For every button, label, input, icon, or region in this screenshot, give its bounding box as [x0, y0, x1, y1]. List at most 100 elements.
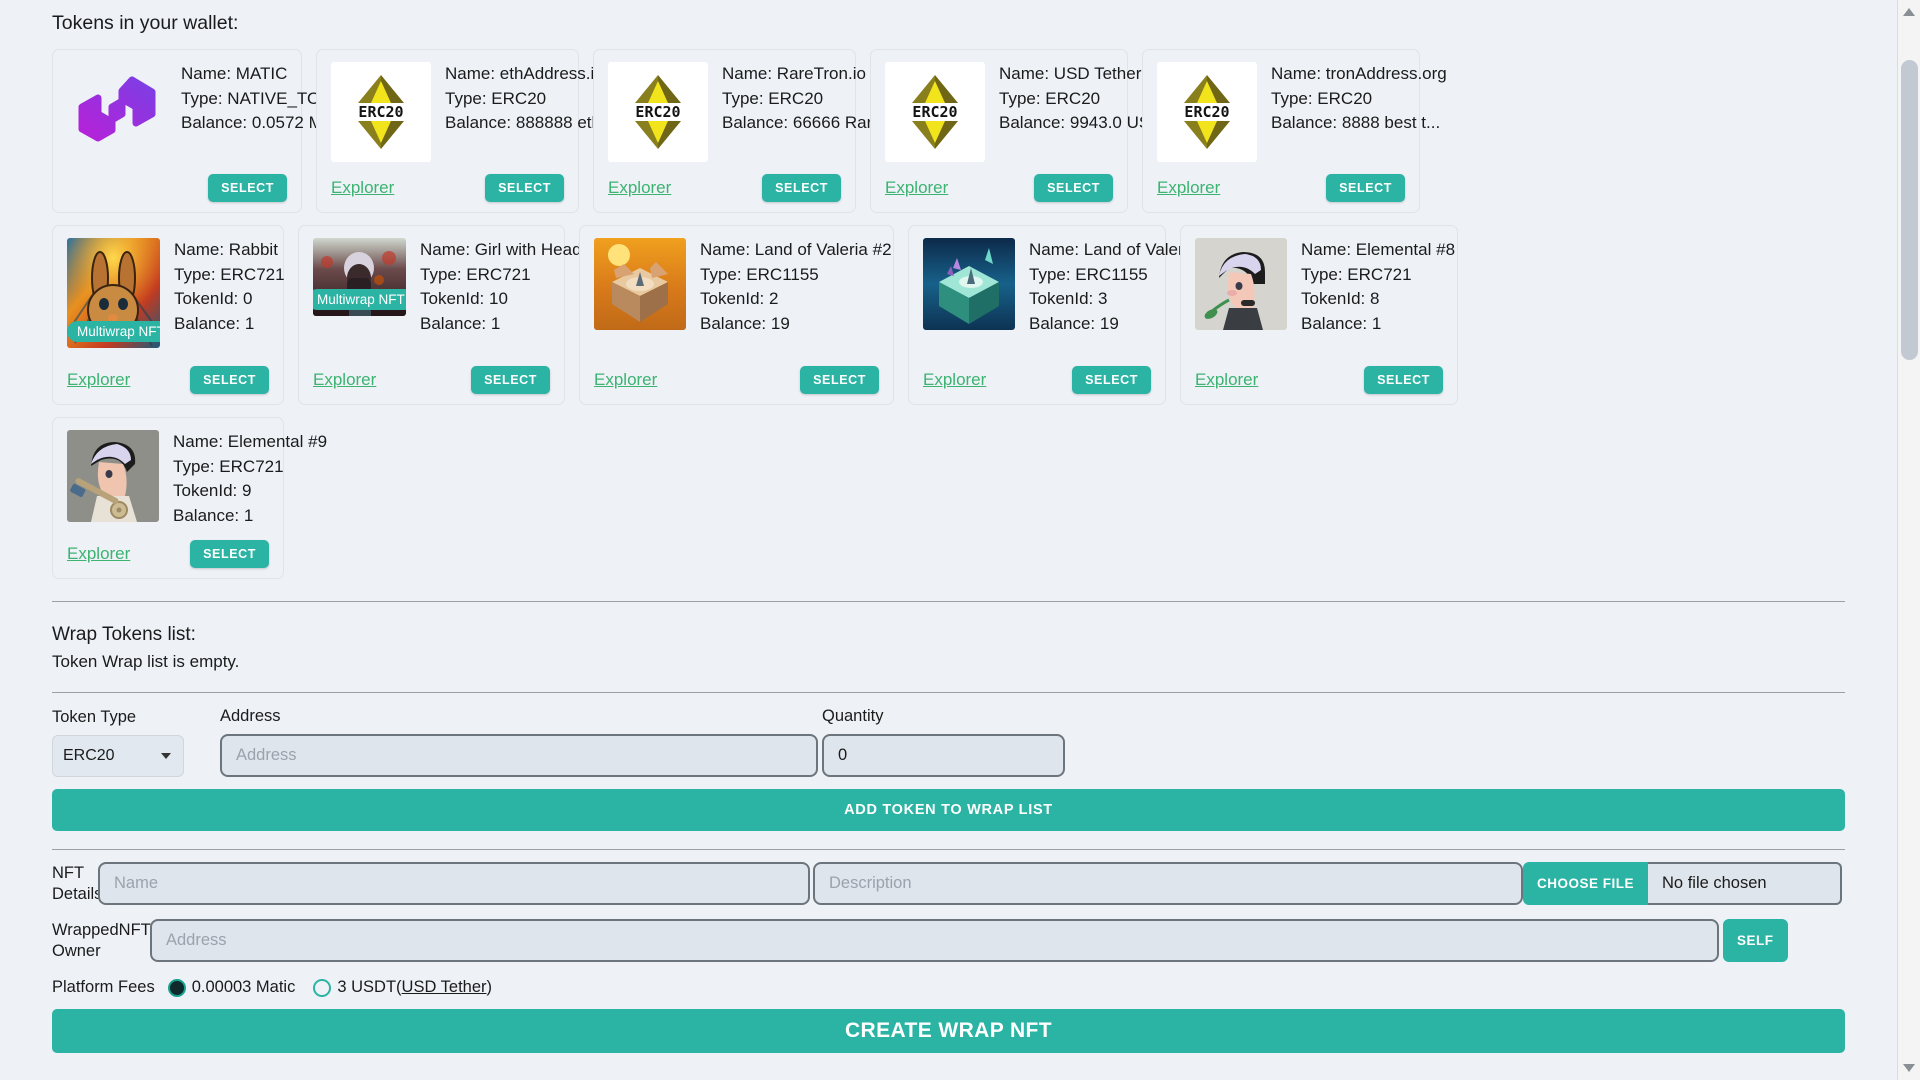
erc20-logo-icon: ERC20 [615, 69, 701, 155]
page-root: Tokens in your wallet: Name: MATIC Type:… [0, 0, 1897, 1080]
explorer-link[interactable]: Explorer [923, 370, 986, 390]
nft-balance: Balance: 19 [700, 313, 790, 333]
nft-type: Type: ERC1155 [700, 264, 819, 284]
nft-info: Name: Elemental #9 Type: ERC721 TokenId:… [173, 430, 327, 528]
token-card-raretron[interactable]: ERC20 Name: RareTron.io Type: ERC20 Bala… [593, 49, 910, 213]
nft-name-input[interactable] [98, 862, 810, 905]
explorer-link[interactable]: Explorer [1195, 370, 1258, 390]
nft-card-valeria-2[interactable]: Name: Land of Valeria #2 Type: ERC1155 T… [579, 225, 894, 405]
elemental-9-artwork-icon [67, 430, 159, 522]
nft-card-grid-row3: Name: Elemental #9 Type: ERC721 TokenId:… [52, 417, 1845, 579]
fee-option-matic-radio[interactable] [167, 978, 186, 997]
fee-option-usdt-radio[interactable] [313, 978, 332, 997]
nft-card-rabbit[interactable]: Multiwrap NFT Name: Rabbit Type: ERC721 … [52, 225, 285, 405]
select-button[interactable]: SELECT [800, 366, 879, 394]
token-card-grid: Name: MATIC Type: NATIVE_TOKEN Balance: … [52, 49, 1845, 213]
vertical-scrollbar[interactable] [1897, 0, 1920, 1080]
select-button[interactable]: SELECT [485, 174, 564, 202]
token-card-tronaddress[interactable]: ERC20 Name: tronAddress.org Type: ERC20 … [1142, 49, 1447, 213]
nft-thumb [923, 238, 1015, 336]
select-button[interactable]: SELECT [471, 366, 550, 394]
chevron-down-icon [161, 753, 171, 759]
nft-name: Name: Elemental #9 [173, 432, 328, 451]
nft-card-valeria-3[interactable]: Name: Land of Valeria #3 Type: ERC1155 T… [908, 225, 1221, 405]
erc20-logo-icon: ERC20 [1164, 69, 1250, 155]
wrap-tokens-list-section: Wrap Tokens list: Token Wrap list is emp… [52, 624, 1845, 672]
erc20-logo-icon: ERC20 [338, 69, 424, 155]
erc20-logo-label: ERC20 [1184, 103, 1230, 121]
self-button[interactable]: SELF [1723, 919, 1788, 962]
fee-usdt-suffix: ) [486, 978, 493, 996]
create-wrap-nft-button[interactable]: CREATE WRAP NFT [52, 1009, 1845, 1053]
quantity-label: Quantity [822, 707, 884, 725]
nft-balance: Balance: 1 [1301, 313, 1382, 333]
nft-name: Name: Land of Valeria #2 [700, 240, 892, 259]
divider-3 [52, 849, 1845, 850]
nft-tokenid: TokenId: 2 [700, 289, 779, 308]
token-thumb: ERC20 [608, 62, 708, 162]
nft-thumb [594, 238, 686, 336]
nft-card-elemental-9[interactable]: Name: Elemental #9 Type: ERC721 TokenId:… [52, 417, 327, 579]
erc20-logo-label: ERC20 [635, 103, 681, 121]
scroll-up-arrow-icon[interactable] [1903, 8, 1915, 16]
fee-option-matic-label: 0.00003 Matic [191, 978, 296, 996]
explorer-link[interactable]: Explorer [331, 178, 394, 198]
select-button[interactable]: SELECT [208, 174, 287, 202]
divider [52, 601, 1845, 602]
token-type-select[interactable]: ERC20 [52, 735, 184, 777]
nft-description-input[interactable] [813, 862, 1523, 905]
erc20-logo-icon: ERC20 [892, 69, 978, 155]
valeria-3-artwork-icon [923, 238, 1015, 330]
nft-thumb: Multiwrap NFT [67, 238, 160, 348]
nft-thumb [67, 430, 159, 528]
explorer-link[interactable]: Explorer [313, 370, 376, 390]
nft-card-elemental-8[interactable]: Name: Elemental #8 Type: ERC721 TokenId:… [1180, 225, 1458, 405]
select-button[interactable]: SELECT [762, 174, 841, 202]
quantity-input[interactable] [822, 734, 1065, 777]
platform-fees-row: Platform Fees 0.00003 Matic 3 USDT(USD T… [52, 978, 1845, 997]
wrapped-nft-owner-row: WrappedNFT Owner SELF [52, 919, 1845, 962]
nft-details-row: NFT Details CHOOSE FILE No file chosen [52, 862, 1845, 905]
address-input[interactable] [220, 734, 818, 777]
select-button[interactable]: SELECT [1072, 366, 1151, 394]
nft-details-label: NFT Details [52, 863, 103, 903]
explorer-link[interactable]: Explorer [885, 178, 948, 198]
token-thumb [67, 62, 167, 162]
nft-type: Type: ERC721 [1301, 264, 1412, 284]
valeria-2-artwork-icon [594, 238, 686, 330]
wrap-list-title: Wrap Tokens list: [52, 624, 196, 645]
token-type: Type: ERC20 [1271, 88, 1373, 108]
add-token-to-wrap-list-button[interactable]: ADD TOKEN TO WRAP LIST [52, 789, 1845, 831]
nft-info: Name: Elemental #8 Type: ERC721 TokenId:… [1301, 238, 1455, 336]
choose-file-button[interactable]: CHOOSE FILE [1523, 862, 1649, 905]
multiwrap-badge: Multiwrap NFT [313, 289, 406, 310]
scrollbar-thumb[interactable] [1901, 60, 1918, 360]
erc20-logo-label: ERC20 [358, 103, 404, 121]
token-thumb: ERC20 [1157, 62, 1257, 162]
token-card-matic[interactable]: Name: MATIC Type: NATIVE_TOKEN Balance: … [52, 49, 360, 213]
matic-logo-icon [78, 76, 156, 142]
wrapped-nft-owner-input[interactable] [150, 919, 1719, 962]
scroll-down-arrow-icon[interactable] [1903, 1064, 1915, 1072]
select-button[interactable]: SELECT [1034, 174, 1113, 202]
explorer-link[interactable]: Explorer [1157, 178, 1220, 198]
nft-card-girl-headphones[interactable]: Multiwrap NFT Name: Girl with Headphones… [298, 225, 637, 405]
multiwrap-badge: Multiwrap NFT [67, 321, 160, 342]
token-card-usdtether[interactable]: ERC20 Name: USD Tether Type: ERC20 Balan… [870, 49, 1173, 213]
erc20-logo-label: ERC20 [912, 103, 958, 121]
select-button[interactable]: SELECT [1364, 366, 1443, 394]
explorer-link[interactable]: Explorer [67, 544, 130, 564]
token-card-ethaddress[interactable]: ERC20 Name: ethAddress.io Type: ERC20 Ba… [316, 49, 645, 213]
select-button[interactable]: SELECT [190, 540, 269, 568]
token-thumb: ERC20 [331, 62, 431, 162]
usd-tether-link[interactable]: USD Tether [402, 978, 487, 996]
explorer-link[interactable]: Explorer [67, 370, 130, 390]
select-button[interactable]: SELECT [190, 366, 269, 394]
fee-usdt-prefix: 3 USDT( [337, 978, 402, 996]
nft-name: Name: Rabbit [174, 240, 278, 259]
explorer-link[interactable]: Explorer [594, 370, 657, 390]
nft-balance: Balance: 1 [174, 313, 255, 333]
explorer-link[interactable]: Explorer [608, 178, 671, 198]
select-button[interactable]: SELECT [1326, 174, 1405, 202]
token-info: Name: tronAddress.org Type: ERC20 Balanc… [1271, 62, 1447, 162]
